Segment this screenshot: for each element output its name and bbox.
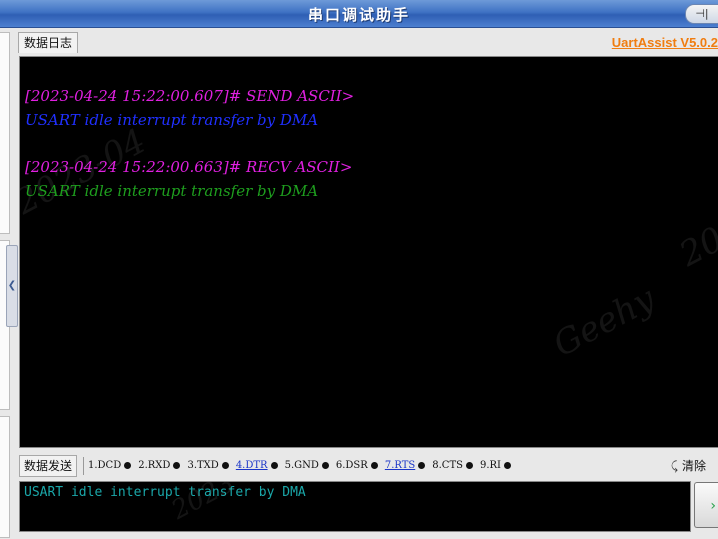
signal-dot-icon <box>465 462 473 469</box>
window-title: 串口调试助手 <box>307 6 410 24</box>
chevron-left-icon: ❮ <box>7 280 17 291</box>
signal-dot-icon <box>221 462 229 469</box>
left-panel-segment <box>0 32 10 234</box>
tab-data-send[interactable]: 数据发送 <box>19 455 78 477</box>
signal-txd: 3.TXD <box>187 457 229 475</box>
signal-dsr: 6.DSR <box>336 457 378 475</box>
signal-label: 7.RTS <box>384 460 416 471</box>
signal-label: 9.RI <box>479 460 501 471</box>
title-bar: 串口调试助手 ⊣| <box>0 0 718 28</box>
signal-dcd: 1.DCD <box>88 457 132 475</box>
signal-dot-icon <box>270 462 278 469</box>
serial-signal-indicators: 1.DCD 2.RXD 3.TXD 4.DTR 5.GND 6.DSR 7.RTS 8.CTS… <box>83 457 511 475</box>
left-panel-segment <box>0 416 10 538</box>
log-entry-body: USART idle interrupt transfer by DMA <box>25 111 319 129</box>
log-entry-body: USART idle interrupt transfer by DMA <box>25 182 319 200</box>
signal-label: 1.DCD <box>88 460 122 471</box>
signal-label: 2.RXD <box>138 460 171 471</box>
signal-label: 6.DSR <box>335 460 368 471</box>
receive-tab-row: 数据日志 UartAssist V5.0.2 <box>18 32 718 54</box>
clear-button[interactable]: ⤹ 清除 <box>671 457 706 475</box>
collapse-panel-button[interactable]: ❮ <box>6 245 18 327</box>
clear-label: 清除 <box>681 459 706 473</box>
receive-log-area[interactable]: 2023-04 Geehy 20 [2023-04-24 15:22:00.60… <box>19 56 718 448</box>
send-input-text[interactable]: USART idle interrupt transfer by DMA <box>24 485 306 500</box>
signal-label: 3.TXD <box>187 460 219 471</box>
log-spacer <box>25 132 354 155</box>
watermark: Geehy <box>546 278 662 366</box>
signal-dot-icon <box>370 462 378 469</box>
signal-dot-icon <box>418 462 426 469</box>
pin-icon[interactable]: ⊣| <box>685 4 718 24</box>
signal-label: 5.GND <box>284 460 319 471</box>
watermark: 20 <box>673 219 718 275</box>
signal-rxd: 2.RXD <box>138 457 181 475</box>
signal-cts: 8.CTS <box>432 457 473 475</box>
send-toolbar: 数据发送 1.DCD 2.RXD 3.TXD 4.DTR 5.GND 6.DSR 7.RTS… <box>19 455 718 477</box>
log-text: [2023-04-24 15:22:00.607]# SEND ASCII> US… <box>25 84 354 203</box>
signal-dot-icon <box>124 462 132 469</box>
version-link[interactable]: UartAssist V5.0.2 <box>612 35 718 50</box>
signal-dot-icon <box>173 462 181 469</box>
signal-dtr[interactable]: 4.DTR <box>236 457 278 475</box>
tab-data-log[interactable]: 数据日志 <box>18 32 79 53</box>
signal-dot-icon <box>504 462 511 469</box>
signal-gnd: 5.GND <box>285 457 329 475</box>
signal-dot-icon <box>321 462 329 469</box>
log-entry-header: [2023-04-24 15:22:00.663]# RECV ASCII> <box>25 158 353 176</box>
send-button[interactable]: › <box>694 482 718 528</box>
send-input-area[interactable]: USART idle interrupt transfer by DMA 202… <box>19 481 691 532</box>
clear-icon: ⤹ <box>670 459 678 473</box>
signal-label: 4.DTR <box>235 460 268 471</box>
signal-ri: 9.RI <box>480 457 511 475</box>
signal-label: 8.CTS <box>432 460 463 471</box>
log-entry-header: [2023-04-24 15:22:00.607]# SEND ASCII> <box>25 87 355 105</box>
signal-rts[interactable]: 7.RTS <box>384 457 426 475</box>
